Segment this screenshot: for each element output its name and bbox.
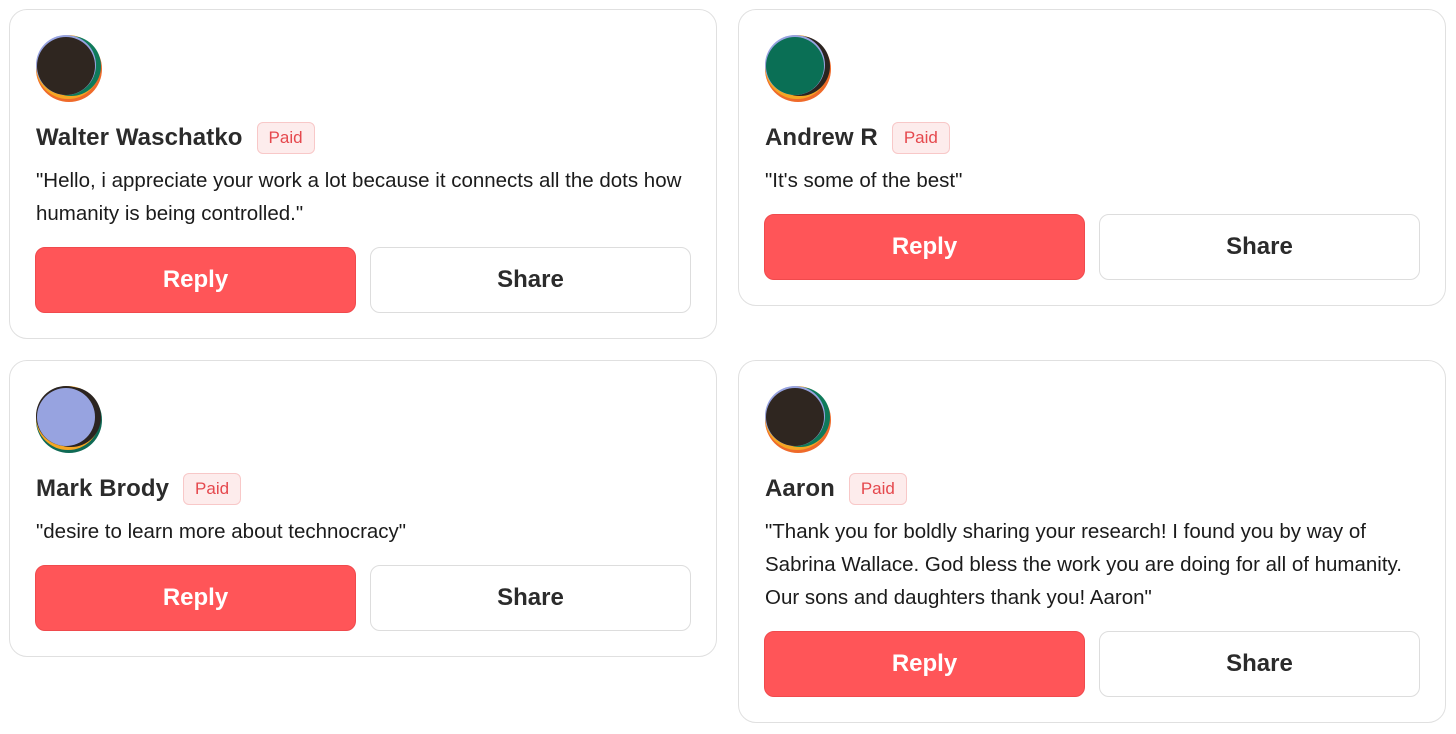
avatar-icon — [36, 386, 102, 453]
avatar[interactable] — [35, 35, 103, 103]
share-button[interactable]: Share — [370, 247, 691, 313]
comment-card: Mark Brody Paid "desire to learn more ab… — [9, 360, 717, 657]
author-name[interactable]: Aaron — [765, 475, 835, 503]
reply-button[interactable]: Reply — [35, 565, 356, 631]
comment-card: Walter Waschatko Paid "Hello, i apprecia… — [9, 9, 717, 339]
paid-badge: Paid — [183, 473, 242, 505]
author-row: Mark Brody Paid — [36, 473, 242, 505]
paid-badge: Paid — [848, 473, 907, 505]
avatar-icon — [36, 35, 102, 102]
author-row: Aaron Paid — [765, 473, 907, 505]
avatar-icon — [765, 35, 831, 102]
comment-card: Aaron Paid "Thank you for boldly sharing… — [738, 360, 1446, 723]
share-button[interactable]: Share — [1099, 214, 1420, 280]
paid-badge: Paid — [891, 122, 950, 154]
author-name[interactable]: Walter Waschatko — [36, 124, 243, 152]
comment-text: "Hello, i appreciate your work a lot bec… — [36, 169, 682, 225]
reply-button[interactable]: Reply — [764, 214, 1085, 280]
comment-text: "Thank you for boldly sharing your resea… — [765, 520, 1402, 609]
avatar[interactable] — [35, 386, 103, 454]
comment-text: "It's some of the best" — [765, 169, 963, 192]
share-button[interactable]: Share — [370, 565, 691, 631]
author-name[interactable]: Mark Brody — [36, 475, 169, 503]
avatar[interactable] — [764, 386, 832, 454]
avatar-icon — [765, 386, 831, 453]
avatar[interactable] — [764, 35, 832, 103]
author-row: Walter Waschatko Paid — [36, 122, 315, 154]
comment-card: Andrew R Paid "It's some of the best" Re… — [738, 9, 1446, 306]
comment-text: "desire to learn more about technocracy" — [36, 520, 407, 543]
reply-button[interactable]: Reply — [35, 247, 356, 313]
reply-button[interactable]: Reply — [764, 631, 1085, 697]
share-button[interactable]: Share — [1099, 631, 1420, 697]
author-row: Andrew R Paid — [765, 122, 950, 154]
paid-badge: Paid — [256, 122, 315, 154]
author-name[interactable]: Andrew R — [765, 124, 878, 152]
